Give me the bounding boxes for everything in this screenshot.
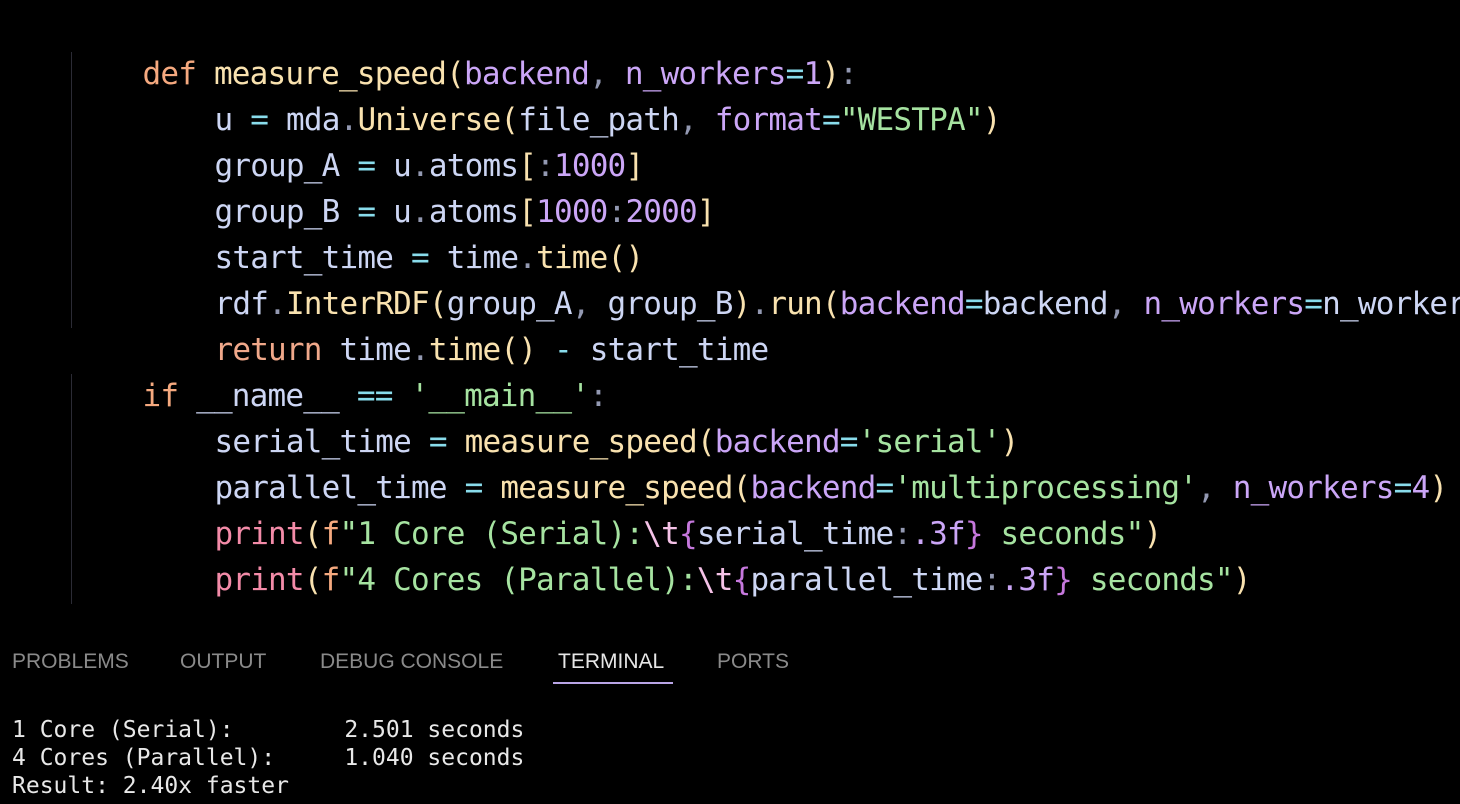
- code-editor[interactable]: def measure_speed(backend, n_workers=1):…: [0, 0, 1460, 612]
- panel-tab-bar: PROBLEMS OUTPUT DEBUG CONSOLE TERMINAL P…: [0, 640, 1460, 686]
- active-tab-indicator: [553, 682, 673, 684]
- code-line-7[interactable]: return time.time() - start_time: [0, 281, 769, 368]
- code-line-4[interactable]: group_B = u.atoms[1000:2000]: [0, 143, 715, 230]
- code-line-6[interactable]: rdf.InterRDF(group_A, group_B).run(backe…: [0, 235, 1460, 322]
- code-line-1[interactable]: def measure_speed(backend, n_workers=1):: [0, 5, 857, 92]
- code-line-3[interactable]: group_A = u.atoms[:1000]: [0, 97, 644, 184]
- code-line-10[interactable]: parallel_time = measure_speed(backend='m…: [0, 419, 1448, 506]
- code-line-5[interactable]: start_time = time.time(): [0, 189, 644, 276]
- code-line-2[interactable]: u = mda.Universe(file_path, format="WEST…: [0, 51, 1001, 138]
- terminal-output[interactable]: 1 Core (Serial): 2.501 seconds 4 Cores (…: [0, 716, 1460, 804]
- code-line-13[interactable]: print(f"Result: {serial_time / parallel_…: [0, 557, 1269, 612]
- tab-debug-console[interactable]: DEBUG CONSOLE: [320, 640, 503, 684]
- terminal-line: Result: 2.40x faster: [12, 773, 289, 799]
- code-line-9[interactable]: serial_time = measure_speed(backend='ser…: [0, 373, 1019, 460]
- code-line-12[interactable]: print(f"4 Cores (Parallel):\t{parallel_t…: [0, 511, 1251, 598]
- tab-problems[interactable]: PROBLEMS: [12, 640, 129, 684]
- tab-terminal[interactable]: TERMINAL: [558, 640, 664, 684]
- tab-ports[interactable]: PORTS: [717, 640, 789, 684]
- terminal-line: 4 Cores (Parallel): 1.040 seconds: [12, 745, 525, 771]
- code-line-8[interactable]: if __name__ == '__main__':: [0, 327, 607, 414]
- code-line-11[interactable]: print(f"1 Core (Serial):\t{serial_time:.…: [0, 465, 1162, 552]
- terminal-line: 1 Core (Serial): 2.501 seconds: [12, 717, 525, 743]
- tab-output[interactable]: OUTPUT: [180, 640, 266, 684]
